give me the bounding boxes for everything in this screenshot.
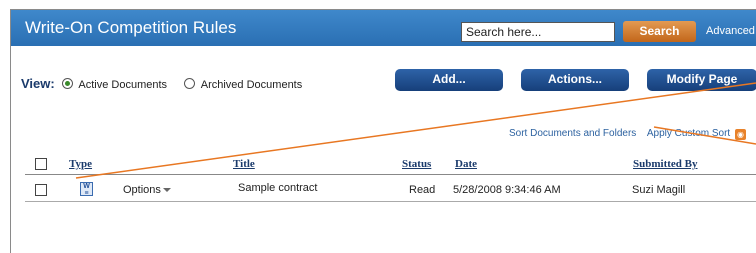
rss-icon[interactable]: ◉ [735, 129, 746, 140]
sort-documents-link[interactable]: Sort Documents and Folders [509, 128, 636, 139]
row-checkbox[interactable] [35, 184, 47, 196]
column-header-date[interactable]: Date [455, 158, 477, 170]
table-header: Type Title Status Date Submitted By [25, 156, 756, 175]
search-button[interactable]: Search [623, 21, 696, 42]
add-button[interactable]: Add... [395, 69, 503, 91]
active-documents-radio[interactable] [62, 78, 74, 89]
column-header-title[interactable]: Title [233, 158, 255, 170]
view-selector: View: Active Documents Archived Document… [21, 76, 302, 91]
search-input[interactable] [461, 22, 615, 42]
row-submitted-by: Suzi Magill [632, 184, 686, 196]
column-header-status[interactable]: Status [402, 158, 431, 170]
options-label: Options [123, 184, 161, 196]
archived-documents-radio[interactable] [184, 78, 196, 89]
sort-links: Sort Documents and Folders Apply Custom … [509, 128, 746, 140]
active-documents-label[interactable]: Active Documents [78, 79, 167, 91]
chevron-down-icon [162, 188, 171, 192]
title-bar: Write-On Competition Rules Search Advanc… [11, 10, 756, 46]
row-options-menu[interactable]: Options [123, 184, 171, 196]
row-date: 5/28/2008 9:34:46 AM [453, 184, 561, 196]
word-doc-icon[interactable]: W ≡ [80, 182, 93, 197]
column-header-submitted-by[interactable]: Submitted By [633, 158, 698, 170]
row-status: Read [409, 184, 436, 196]
archived-documents-label[interactable]: Archived Documents [201, 79, 303, 91]
advanced-search-link[interactable]: Advanced [706, 25, 755, 37]
row-title[interactable]: Sample contract [238, 182, 317, 194]
apply-custom-sort-link[interactable]: Apply Custom Sort [647, 128, 730, 139]
table-row: W ≡ Options Sample contract Read 5/28/200… [25, 179, 756, 202]
column-header-type[interactable]: Type [69, 158, 92, 170]
modify-page-button[interactable]: Modify Page [647, 69, 756, 91]
page-title: Write-On Competition Rules [25, 18, 237, 37]
page-frame: Write-On Competition Rules Search Advanc… [10, 9, 756, 253]
actions-button[interactable]: Actions... [521, 69, 629, 91]
select-all-checkbox[interactable] [35, 158, 47, 170]
view-label: View: [21, 76, 55, 91]
